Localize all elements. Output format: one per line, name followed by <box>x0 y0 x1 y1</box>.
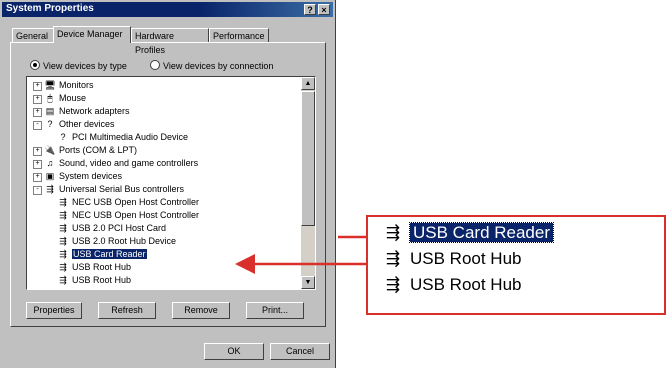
tree-scrollbar[interactable]: ▲ ▼ <box>301 77 315 289</box>
zoom-item: ⇶ USB Root Hub <box>380 247 522 271</box>
tree-item[interactable]: + 🔌 Ports (COM & LPT) <box>33 144 137 157</box>
device-icon: ⇶ <box>59 223 67 233</box>
device-icon: ♫ <box>46 158 54 168</box>
print-button[interactable]: Print... <box>246 302 304 319</box>
tree-item[interactable]: -? Other devices <box>33 118 115 131</box>
expand-icon[interactable]: + <box>33 160 42 169</box>
device-icon: ⇶ <box>59 236 67 246</box>
zoom-item-label: USB Card Reader <box>408 222 555 243</box>
expand-icon[interactable]: + <box>33 95 42 104</box>
collapse-icon[interactable]: - <box>33 186 42 195</box>
radio-selected-icon <box>30 60 40 70</box>
tree-item-label: USB Root Hub <box>72 275 132 285</box>
usb-icon: ⇶ <box>385 275 401 294</box>
device-icon: ▣ <box>45 171 55 181</box>
expand-icon[interactable]: + <box>33 147 42 156</box>
expand-icon[interactable]: + <box>33 108 42 117</box>
tab-general[interactable]: General <box>12 28 54 42</box>
zoom-item-label: USB Root Hub <box>410 275 522 294</box>
radio-unselected-icon <box>150 60 160 70</box>
device-icon: ⇶ <box>59 262 67 272</box>
title-bar: System Properties ? × <box>2 2 333 17</box>
tree-item[interactable]: ⇶ USB 2.0 PCI Host Card <box>57 222 166 235</box>
tree-item[interactable]: + 🖥 Monitors <box>33 79 94 92</box>
usb-icon: ⇶ <box>385 223 401 242</box>
tree-item-label: USB 2.0 PCI Host Card <box>72 223 167 233</box>
device-icon: ⇶ <box>59 275 67 285</box>
view-by-type-label: View devices by type <box>43 61 127 71</box>
zoom-item: ⇶ USB Card Reader <box>380 221 555 245</box>
tree-item-label: USB Card Reader <box>72 249 147 259</box>
tab-hardware-profiles[interactable]: Hardware Profiles <box>131 28 209 55</box>
zoom-item: ⇶ USB Root Hub <box>380 273 522 297</box>
scroll-down-icon[interactable]: ▼ <box>301 276 315 289</box>
tree-item-label: Sound, video and game controllers <box>59 158 199 168</box>
expand-icon[interactable]: + <box>33 82 42 91</box>
tree-item-label: Monitors <box>59 80 94 90</box>
tree-item-label: PCI Multimedia Audio Device <box>72 132 189 142</box>
device-icon: ⇶ <box>59 249 67 259</box>
tree-item[interactable]: ⇶ USB Root Hub <box>57 274 131 287</box>
tab-device-manager[interactable]: Device Manager <box>53 26 131 43</box>
tree-item-label: NEC USB Open Host Controller <box>72 210 200 220</box>
refresh-button[interactable]: Refresh <box>98 302 156 319</box>
tree-item-label: Network adapters <box>59 106 130 116</box>
view-by-type-radio[interactable]: View devices by type <box>30 60 127 71</box>
tree-item-label: Ports (COM & LPT) <box>59 145 138 155</box>
system-properties-window: System Properties ? × General Device Man… <box>0 0 336 368</box>
tree-item[interactable]: + ♫ Sound, video and game controllers <box>33 157 198 170</box>
device-tree[interactable]: ▲ ▼ + 🖥 Monitors + 🖱 Mouse + ▤ Network adapters -… <box>26 76 316 290</box>
device-icon: ⇶ <box>46 184 54 194</box>
tree-item[interactable]: + 🖱 Mouse <box>33 92 86 105</box>
zoom-item-label: USB Root Hub <box>410 249 522 268</box>
tree-item-label: NEC USB Open Host Controller <box>72 197 200 207</box>
tree-item[interactable]: + ▣ System devices <box>33 170 122 183</box>
view-by-connection-label: View devices by connection <box>163 61 274 71</box>
close-button[interactable]: × <box>318 4 330 15</box>
scroll-thumb[interactable] <box>301 91 315 226</box>
device-icon: 🔌 <box>44 145 56 155</box>
tree-item[interactable]: ⇶ NEC USB Open Host Controller <box>57 196 199 209</box>
tree-item[interactable]: + ▤ Network adapters <box>33 105 130 118</box>
tree-item-label: USB Root Hub <box>72 262 132 272</box>
device-icon: ⇶ <box>59 197 67 207</box>
window-title: System Properties <box>6 3 94 14</box>
cancel-button[interactable]: Cancel <box>270 343 330 360</box>
tree-item-label: System devices <box>59 171 123 181</box>
properties-button[interactable]: Properties <box>26 302 82 319</box>
tree-item[interactable]: ⇶ NEC USB Open Host Controller <box>57 209 199 222</box>
tree-item-label: Universal Serial Bus controllers <box>59 184 185 194</box>
tree-item[interactable]: ⇶ USB Card Reader <box>57 248 147 261</box>
tree-item[interactable]: ? PCI Multimedia Audio Device <box>57 131 188 144</box>
device-icon: ? <box>47 119 53 129</box>
device-icon: ⇶ <box>59 210 67 220</box>
tree-item[interactable]: ⇶ USB 2.0 Root Hub Device <box>57 235 176 248</box>
device-icon: 🖥 <box>44 80 56 90</box>
view-by-connection-radio[interactable]: View devices by connection <box>150 60 273 71</box>
help-button[interactable]: ? <box>304 4 316 15</box>
device-icon: 🖱 <box>47 93 53 103</box>
device-icon: ? <box>60 132 66 142</box>
ok-button[interactable]: OK <box>204 343 264 360</box>
tree-item[interactable]: - ⇶ Universal Serial Bus controllers <box>33 183 184 196</box>
zoomed-detail-box: ⇶ USB Card Reader ⇶ USB Root Hub ⇶ USB Root H… <box>366 215 666 315</box>
expand-icon[interactable]: + <box>33 173 42 182</box>
usb-icon: ⇶ <box>385 249 401 268</box>
tree-item-label: USB 2.0 Root Hub Device <box>72 236 177 246</box>
tree-item-label: Other devices <box>59 119 115 129</box>
tree-item-label: Mouse <box>59 93 87 103</box>
tree-item[interactable]: ⇶ USB Root Hub <box>57 261 131 274</box>
collapse-icon[interactable]: - <box>33 121 42 130</box>
scroll-up-icon[interactable]: ▲ <box>301 77 315 90</box>
device-icon: ▤ <box>45 106 55 116</box>
tab-performance[interactable]: Performance <box>209 28 269 42</box>
remove-button[interactable]: Remove <box>172 302 230 319</box>
